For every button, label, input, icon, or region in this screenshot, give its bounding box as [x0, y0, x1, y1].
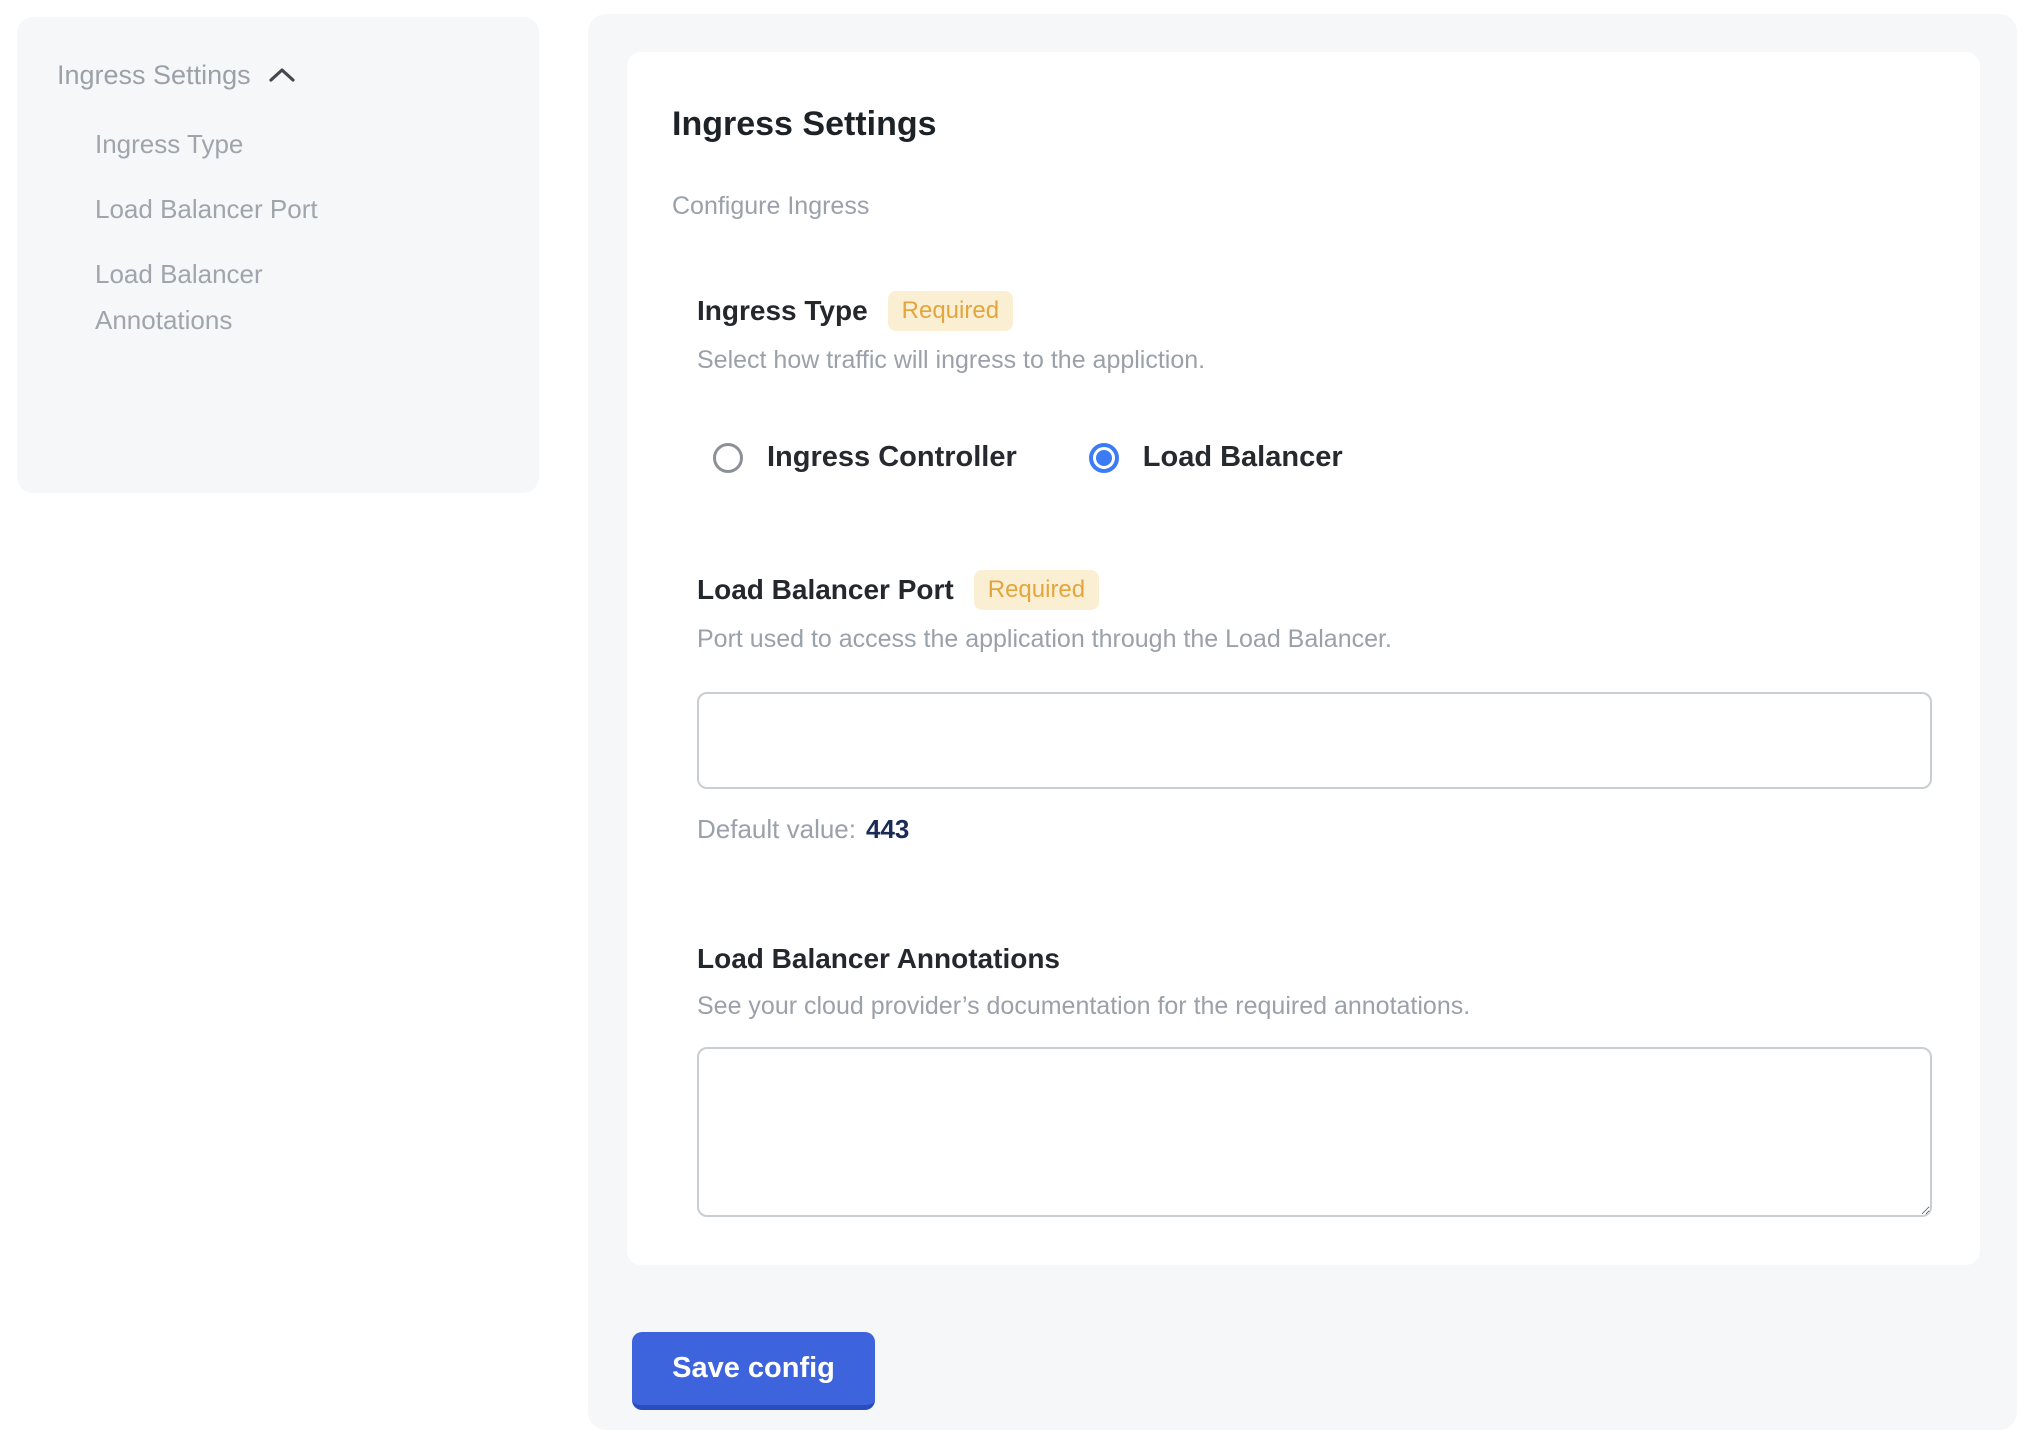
sidebar-item-load-balancer-port[interactable]: Load Balancer Port — [95, 186, 375, 232]
ingress-settings-card: Ingress Settings Configure Ingress Ingre… — [627, 52, 1980, 1265]
lb-port-label-row: Load Balancer Port Required — [697, 570, 1932, 610]
page-subtitle: Configure Ingress — [672, 191, 1932, 221]
settings-sidebar: Ingress Settings Ingress Type Load Balan… — [17, 17, 539, 493]
radio-button-ingress-controller[interactable] — [713, 443, 743, 473]
ingress-type-label-row: Ingress Type Required — [697, 291, 1932, 331]
lb-port-label: Load Balancer Port — [697, 572, 954, 608]
default-value-line: Default value: 443 — [697, 813, 1932, 845]
ingress-type-label: Ingress Type — [697, 293, 868, 329]
required-badge: Required — [888, 291, 1013, 331]
page-title: Ingress Settings — [672, 104, 1932, 144]
form-sections: Ingress Type Required Select how traffic… — [697, 291, 1932, 1217]
section-load-balancer-annotations: Load Balancer Annotations See your cloud… — [697, 941, 1932, 1217]
chevron-up-icon — [267, 65, 297, 85]
radio-option-load-balancer[interactable]: Load Balancer — [1089, 441, 1343, 474]
lb-annotations-description: See your cloud provider’s documentation … — [697, 991, 1932, 1021]
radio-label-load-balancer: Load Balancer — [1143, 441, 1343, 474]
ingress-settings-panel: Ingress Settings Configure Ingress Ingre… — [588, 14, 2017, 1430]
sidebar-item-load-balancer-annotations[interactable]: Load Balancer Annotations — [95, 251, 375, 343]
default-value: 443 — [866, 814, 909, 844]
radio-button-load-balancer[interactable] — [1089, 443, 1119, 473]
ingress-type-radio-group: Ingress Controller Load Balancer — [713, 441, 1932, 474]
sidebar-section-ingress-settings[interactable]: Ingress Settings — [57, 55, 509, 95]
sidebar-item-list: Ingress Type Load Balancer Port Load Bal… — [57, 121, 509, 343]
section-ingress-type: Ingress Type Required Select how traffic… — [697, 291, 1932, 474]
section-load-balancer-port: Load Balancer Port Required Port used to… — [697, 570, 1932, 845]
default-value-label: Default value: — [697, 814, 856, 844]
load-balancer-port-input[interactable] — [697, 692, 1932, 789]
radio-option-ingress-controller[interactable]: Ingress Controller — [713, 441, 1017, 474]
sidebar-item-ingress-type[interactable]: Ingress Type — [95, 121, 375, 167]
load-balancer-annotations-textarea[interactable] — [697, 1047, 1932, 1217]
sidebar-section-label: Ingress Settings — [57, 55, 251, 95]
radio-label-ingress-controller: Ingress Controller — [767, 441, 1017, 474]
lb-annotations-label: Load Balancer Annotations — [697, 941, 1060, 977]
save-config-button[interactable]: Save config — [632, 1332, 875, 1410]
required-badge: Required — [974, 570, 1099, 610]
lb-port-description: Port used to access the application thro… — [697, 624, 1932, 654]
lb-annotations-label-row: Load Balancer Annotations — [697, 941, 1932, 977]
ingress-type-description: Select how traffic will ingress to the a… — [697, 345, 1932, 375]
